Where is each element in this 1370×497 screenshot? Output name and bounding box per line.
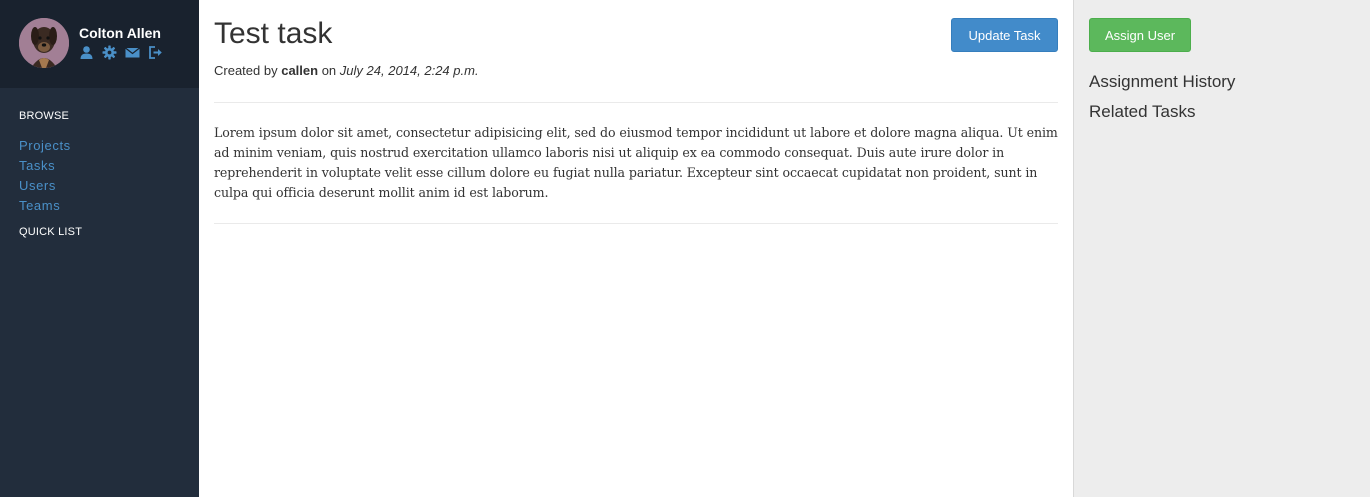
on-label: on bbox=[321, 63, 337, 78]
divider bbox=[214, 102, 1058, 103]
nav-link-users[interactable]: Users bbox=[19, 176, 71, 196]
browse-nav: Projects Tasks Users Teams bbox=[19, 136, 71, 216]
nav-link-projects[interactable]: Projects bbox=[19, 136, 71, 156]
page-title: Test task bbox=[214, 17, 333, 50]
profile-icons bbox=[79, 45, 163, 60]
browse-heading: BROWSE bbox=[19, 110, 70, 122]
task-description: Lorem ipsum dolor sit amet, consectetur … bbox=[214, 125, 1058, 200]
nav-link-teams[interactable]: Teams bbox=[19, 196, 71, 216]
quick-list-heading: QUICK LIST bbox=[19, 226, 83, 238]
related-tasks-heading: Related Tasks bbox=[1089, 102, 1196, 121]
assign-user-button[interactable]: Assign User bbox=[1089, 18, 1191, 52]
user-name: Colton Allen bbox=[79, 25, 161, 41]
gear-icon[interactable] bbox=[102, 45, 117, 60]
user-profile: Colton Allen bbox=[0, 0, 199, 88]
task-meta: Created by callen on July 24, 2014, 2:24… bbox=[214, 63, 479, 78]
sidebar: Colton Allen BROWSE Projects Tasks Users… bbox=[0, 0, 199, 497]
update-task-button[interactable]: Update Task bbox=[951, 18, 1058, 52]
assignment-history-heading: Assignment History bbox=[1089, 72, 1236, 91]
created-by-label: Created by bbox=[214, 63, 278, 78]
envelope-icon[interactable] bbox=[125, 45, 140, 60]
divider bbox=[214, 223, 1058, 224]
task-date: July 24, 2014, 2:24 p.m. bbox=[339, 63, 479, 78]
task-author: callen bbox=[281, 63, 319, 78]
logout-icon[interactable] bbox=[148, 45, 163, 60]
right-panel: Assign User Assignment History Related T… bbox=[1073, 0, 1370, 497]
nav-link-tasks[interactable]: Tasks bbox=[19, 156, 71, 176]
avatar[interactable] bbox=[19, 18, 69, 68]
user-icon[interactable] bbox=[79, 45, 94, 60]
